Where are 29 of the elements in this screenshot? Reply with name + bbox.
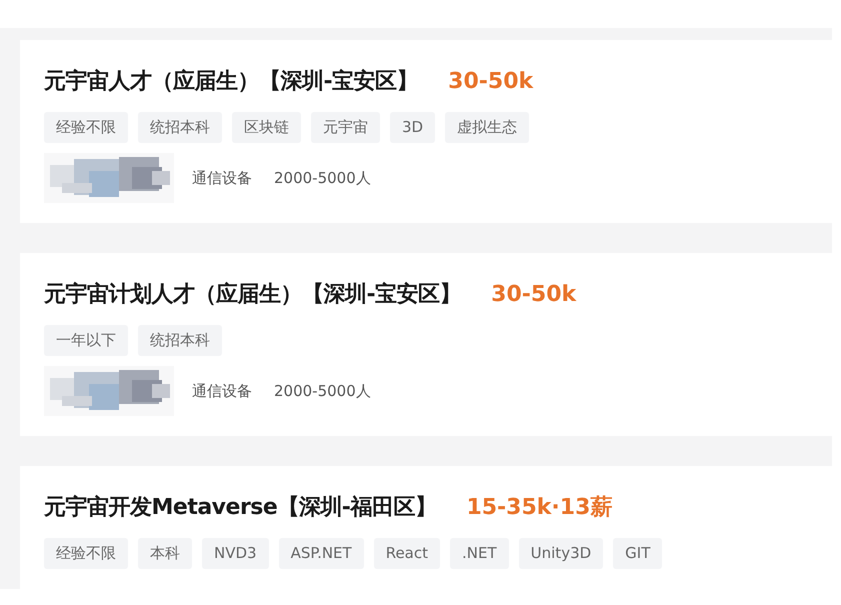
tag: 经验不限 bbox=[44, 112, 128, 143]
tag: ASP.NET bbox=[278, 538, 364, 569]
tag: 统招本科 bbox=[138, 112, 222, 143]
industry-text: 通信设备 bbox=[192, 168, 252, 188]
company-size-text: 2000-5000人 bbox=[274, 168, 371, 188]
job-title: 元宇宙开发Metaverse【深圳-福田区】 bbox=[44, 494, 436, 522]
tag: 3D bbox=[390, 112, 436, 143]
job-card[interactable]: 元宇宙人才（应届生）【深圳-宝安区】 30-50k 经验不限 统招本科 区块链 元宇宙 3D 虚拟生态 通信设备 2000-5000人 bbox=[20, 40, 832, 223]
job-title: 元宇宙人才（应届生）【深圳-宝安区】 bbox=[44, 68, 418, 96]
tag: 元宇宙 bbox=[311, 112, 380, 143]
tag: 统招本科 bbox=[138, 325, 222, 356]
tag: 经验不限 bbox=[44, 538, 128, 569]
tag: 区块链 bbox=[232, 112, 301, 143]
salary-text: 15-35k·13薪 bbox=[466, 494, 612, 522]
tag: 一年以下 bbox=[44, 325, 128, 356]
salary-text: 30-50k bbox=[448, 69, 534, 94]
salary-text: 30-50k bbox=[491, 282, 576, 307]
job-title: 元宇宙计划人才（应届生）【深圳-宝安区】 bbox=[44, 280, 462, 309]
tag: 本科 bbox=[138, 538, 192, 569]
company-size-text: 2000-5000人 bbox=[274, 382, 371, 400]
tag: React bbox=[374, 538, 440, 569]
tag: NVD3 bbox=[202, 538, 269, 569]
industry-text: 通信设备 bbox=[192, 382, 252, 400]
tag: Unity3D bbox=[518, 538, 604, 569]
job-card[interactable]: 元宇宙开发Metaverse【深圳-福田区】 15-35k·13薪 经验不限 本科 NVD3 ASP.NET React .NET Unity3D GIT bbox=[20, 466, 832, 589]
tag: GIT bbox=[613, 538, 662, 569]
tag: .NET bbox=[450, 538, 509, 569]
job-card[interactable]: 元宇宙计划人才（应届生）【深圳-宝安区】 30-50k 一年以下 统招本科 通信设备 2000-5000人 bbox=[20, 253, 832, 436]
tag: 虚拟生态 bbox=[445, 112, 530, 143]
